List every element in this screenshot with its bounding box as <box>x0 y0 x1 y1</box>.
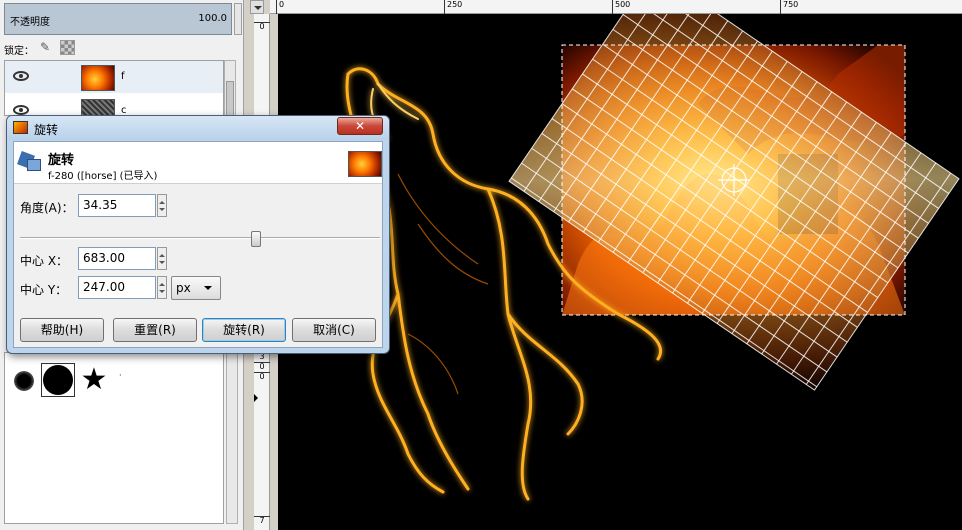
angle-input[interactable]: 34.35 <box>78 194 156 217</box>
lock-pixels-brush-icon[interactable]: ✎ <box>40 40 54 54</box>
brush-hard-circle-selected[interactable] <box>41 363 75 397</box>
dialog-window-title: 旋转 <box>34 123 59 137</box>
ruler-marker-icon <box>254 394 262 402</box>
center-x-spin-buttons[interactable] <box>157 247 167 270</box>
center-x-input[interactable]: 683.00 <box>78 247 156 270</box>
layer-thumbnail <box>81 99 115 115</box>
angle-slider-track <box>20 237 380 239</box>
brush-star-icon[interactable]: ★ <box>77 363 111 397</box>
layer-preview-thumbnail <box>348 151 382 177</box>
opacity-label: 不透明度 <box>10 17 50 28</box>
dialog-titlebar[interactable]: 旋转 ✕ <box>7 116 389 140</box>
center-y-label: 中心 Y： <box>20 283 68 297</box>
close-button[interactable]: ✕ <box>337 117 383 135</box>
ruler-tick-label: 0 <box>254 22 270 31</box>
angle-slider[interactable] <box>20 231 380 247</box>
unit-select[interactable]: px <box>171 276 221 300</box>
rotate-button[interactable]: 旋转(R) <box>202 318 286 342</box>
opacity-slider[interactable]: 不透明度 100.0 <box>4 3 232 35</box>
brushes-grid: ★ · <box>4 352 224 524</box>
layers-list: f c <box>4 60 224 116</box>
center-y-input[interactable]: 247.00 <box>78 276 156 299</box>
ruler-tick-label: 0 <box>254 362 270 371</box>
help-button[interactable]: 帮助(H) <box>20 318 104 342</box>
ruler-tick-label: 7 <box>254 516 270 525</box>
cancel-button[interactable]: 取消(C) <box>292 318 376 342</box>
reset-button[interactable]: 重置(R) <box>113 318 197 342</box>
ruler-tick-label: 0 <box>254 372 270 381</box>
ruler-tick-label: 500 <box>612 0 630 14</box>
angle-slider-handle[interactable] <box>251 231 261 247</box>
ruler-menu-arrow-icon[interactable] <box>250 0 264 14</box>
layer-row[interactable]: c <box>5 95 223 115</box>
dialog-body: 旋转 f-280 ([horse] (已导入) 角度(A)： 34.35 中心 … <box>13 141 383 348</box>
angle-label: 角度(A)： <box>20 201 74 215</box>
brush-fuzzy-circle[interactable] <box>9 363 43 397</box>
lock-alpha-checker-icon[interactable] <box>60 40 75 55</box>
visibility-eye-icon[interactable] <box>13 71 29 81</box>
angle-spin-buttons[interactable] <box>157 194 167 217</box>
horizontal-ruler[interactable]: 0 250 500 750 <box>270 0 962 14</box>
layer-thumbnail <box>81 65 115 91</box>
rotate-dialog: 旋转 ✕ 旋转 f-280 ([horse] (已导入) 角度(A)： 34.3… <box>6 115 390 354</box>
opacity-spin-buttons[interactable] <box>234 3 242 35</box>
center-y-spin-buttons[interactable] <box>157 276 167 299</box>
lock-label: 锁定： <box>4 46 34 57</box>
visibility-eye-icon[interactable] <box>13 105 29 115</box>
layer-row[interactable]: f <box>5 61 223 93</box>
dialog-header-title: 旋转 <box>48 153 75 168</box>
ruler-tick-label: 0 <box>276 0 284 14</box>
brush-pixel-icon[interactable]: · <box>119 371 123 380</box>
center-x-label: 中心 X： <box>20 254 69 268</box>
opacity-value: 100.0 <box>198 13 227 24</box>
brushes-scrollbar[interactable] <box>226 352 238 524</box>
layer-name: f <box>121 71 125 82</box>
ruler-tick-label: 750 <box>780 0 798 14</box>
gimp-image-icon <box>13 121 28 134</box>
rotate-tool-icon <box>19 149 41 171</box>
dialog-header: 旋转 f-280 ([horse] (已导入) <box>14 142 382 184</box>
dialog-header-subtitle: f-280 ([horse] (已导入) <box>48 171 158 182</box>
ruler-tick-label: 250 <box>444 0 462 14</box>
